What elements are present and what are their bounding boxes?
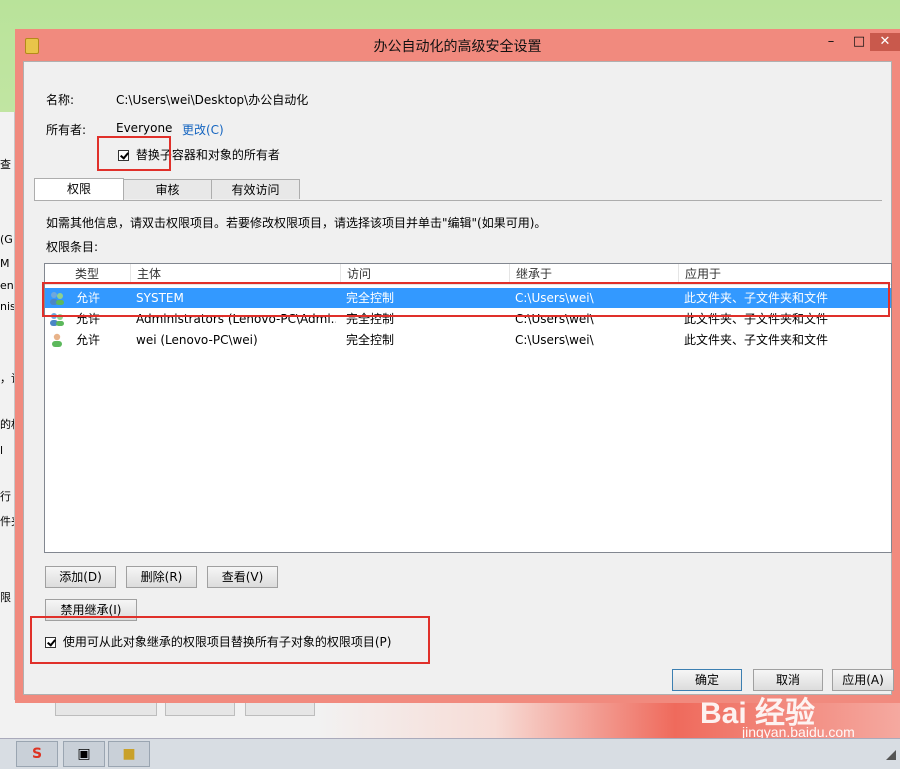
bg-fragment: 查	[0, 158, 11, 171]
bg-fragment: 件夹	[0, 515, 14, 528]
group-users-icon	[50, 292, 64, 305]
title-bar[interactable]: 办公自动化的高级安全设置 – □ ✕	[15, 29, 900, 61]
permission-entries-list[interactable]: 类型 主体 访问 继承于 应用于 允许 SYSTEM 完全控制 C:\Users…	[44, 263, 892, 553]
cell-applies-to: 此文件夹、子文件夹和文件	[684, 333, 829, 347]
cell-inherited-from: C:\Users\wei\	[515, 333, 594, 347]
cell-applies-to: 此文件夹、子文件夹和文件	[684, 312, 829, 326]
add-button[interactable]: 添加(D)	[45, 566, 116, 588]
bg-fragment: l	[0, 444, 4, 457]
tab-auditing[interactable]: 审核	[123, 179, 212, 199]
cell-principal: wei (Lenovo-PC\wei)	[136, 333, 258, 347]
name-value: C:\Users\wei\Desktop\办公自动化	[116, 93, 309, 107]
minimize-icon[interactable]: –	[817, 33, 845, 51]
maximize-icon[interactable]: □	[845, 33, 873, 51]
column-header-type[interactable]: 类型	[69, 264, 131, 284]
background-window: 查 (G M end nist ，请 的权 l 行 件夹 限	[0, 112, 15, 702]
column-header-principal[interactable]: 主体	[131, 264, 341, 284]
cell-applies-to: 此文件夹、子文件夹和文件	[684, 291, 829, 305]
dialog-title: 办公自动化的高级安全设置	[373, 39, 542, 55]
show-desktop-icon[interactable]	[886, 749, 896, 760]
replace-owner-label: 替换子容器和对象的所有者	[135, 148, 280, 162]
replace-owner-option[interactable]: 替换子容器和对象的所有者	[118, 146, 280, 163]
close-icon[interactable]: ✕	[870, 33, 900, 51]
bg-fragment: M	[0, 257, 10, 270]
cell-principal: Administrators (Lenovo-PC\Admi...	[136, 312, 336, 326]
info-text: 如需其他信息，请双击权限项目。若要修改权限项目，请选择该项目并单击"编辑"(如果…	[46, 216, 547, 230]
bg-fragment: end	[0, 279, 14, 292]
replace-child-label: 使用可从此对象继承的权限项目替换所有子对象的权限项目(P)	[62, 635, 392, 649]
owner-label: 所有者:	[46, 123, 87, 137]
cell-type: 允许	[76, 333, 101, 347]
disable-inheritance-button[interactable]: 禁用继承(I)	[45, 599, 137, 621]
change-owner-link[interactable]: 更改(C)	[182, 121, 224, 138]
bg-fragment: 行	[0, 490, 11, 503]
replace-child-option[interactable]: 使用可从此对象继承的权限项目替换所有子对象的权限项目(P)	[45, 633, 391, 650]
entries-label: 权限条目:	[46, 240, 99, 254]
bg-fragment: 限	[0, 591, 11, 604]
cell-access: 完全控制	[346, 291, 395, 305]
user-icon	[52, 333, 62, 347]
cell-access: 完全控制	[346, 312, 395, 326]
cell-inherited-from: C:\Users\wei\	[515, 291, 594, 305]
cell-principal: SYSTEM	[136, 291, 184, 305]
bg-fragment: ，请	[0, 372, 14, 385]
apply-button[interactable]: 应用(A)	[832, 669, 894, 691]
column-header-inherited-from[interactable]: 继承于	[510, 264, 679, 284]
column-header-access[interactable]: 访问	[341, 264, 510, 284]
view-button[interactable]: 查看(V)	[207, 566, 278, 588]
column-header-applies-to[interactable]: 应用于	[679, 264, 891, 284]
bg-fragment: nist	[0, 300, 14, 313]
replace-owner-checkbox[interactable]	[118, 150, 129, 161]
app-icon[interactable]: ▣	[63, 741, 105, 767]
cell-access: 完全控制	[346, 333, 395, 347]
group-users-icon	[50, 313, 64, 326]
cell-inherited-from: C:\Users\wei\	[515, 312, 594, 326]
table-row[interactable]: 允许 Administrators (Lenovo-PC\Admi... 完全控…	[45, 309, 891, 329]
taskbar: S ▣ ■	[0, 738, 900, 769]
replace-child-checkbox[interactable]	[45, 637, 56, 648]
bg-fragment: (G	[0, 233, 13, 246]
file-explorer-icon[interactable]: ■	[108, 741, 150, 767]
remove-button[interactable]: 删除(R)	[126, 566, 197, 588]
name-label: 名称:	[46, 93, 75, 107]
bg-fragment: 的权	[0, 418, 14, 431]
tab-permissions[interactable]: 权限	[34, 178, 124, 200]
list-header: 类型 主体 访问 继承于 应用于	[45, 264, 891, 285]
tab-effective-access[interactable]: 有效访问	[211, 179, 300, 199]
table-row[interactable]: 允许 SYSTEM 完全控制 C:\Users\wei\ 此文件夹、子文件夹和文…	[45, 288, 891, 308]
cell-type: 允许	[76, 312, 101, 326]
table-row[interactable]: 允许 wei (Lenovo-PC\wei) 完全控制 C:\Users\wei…	[45, 330, 891, 350]
sogou-icon[interactable]: S	[16, 741, 58, 767]
cell-type: 允许	[76, 291, 101, 305]
owner-value: Everyone	[116, 121, 173, 135]
